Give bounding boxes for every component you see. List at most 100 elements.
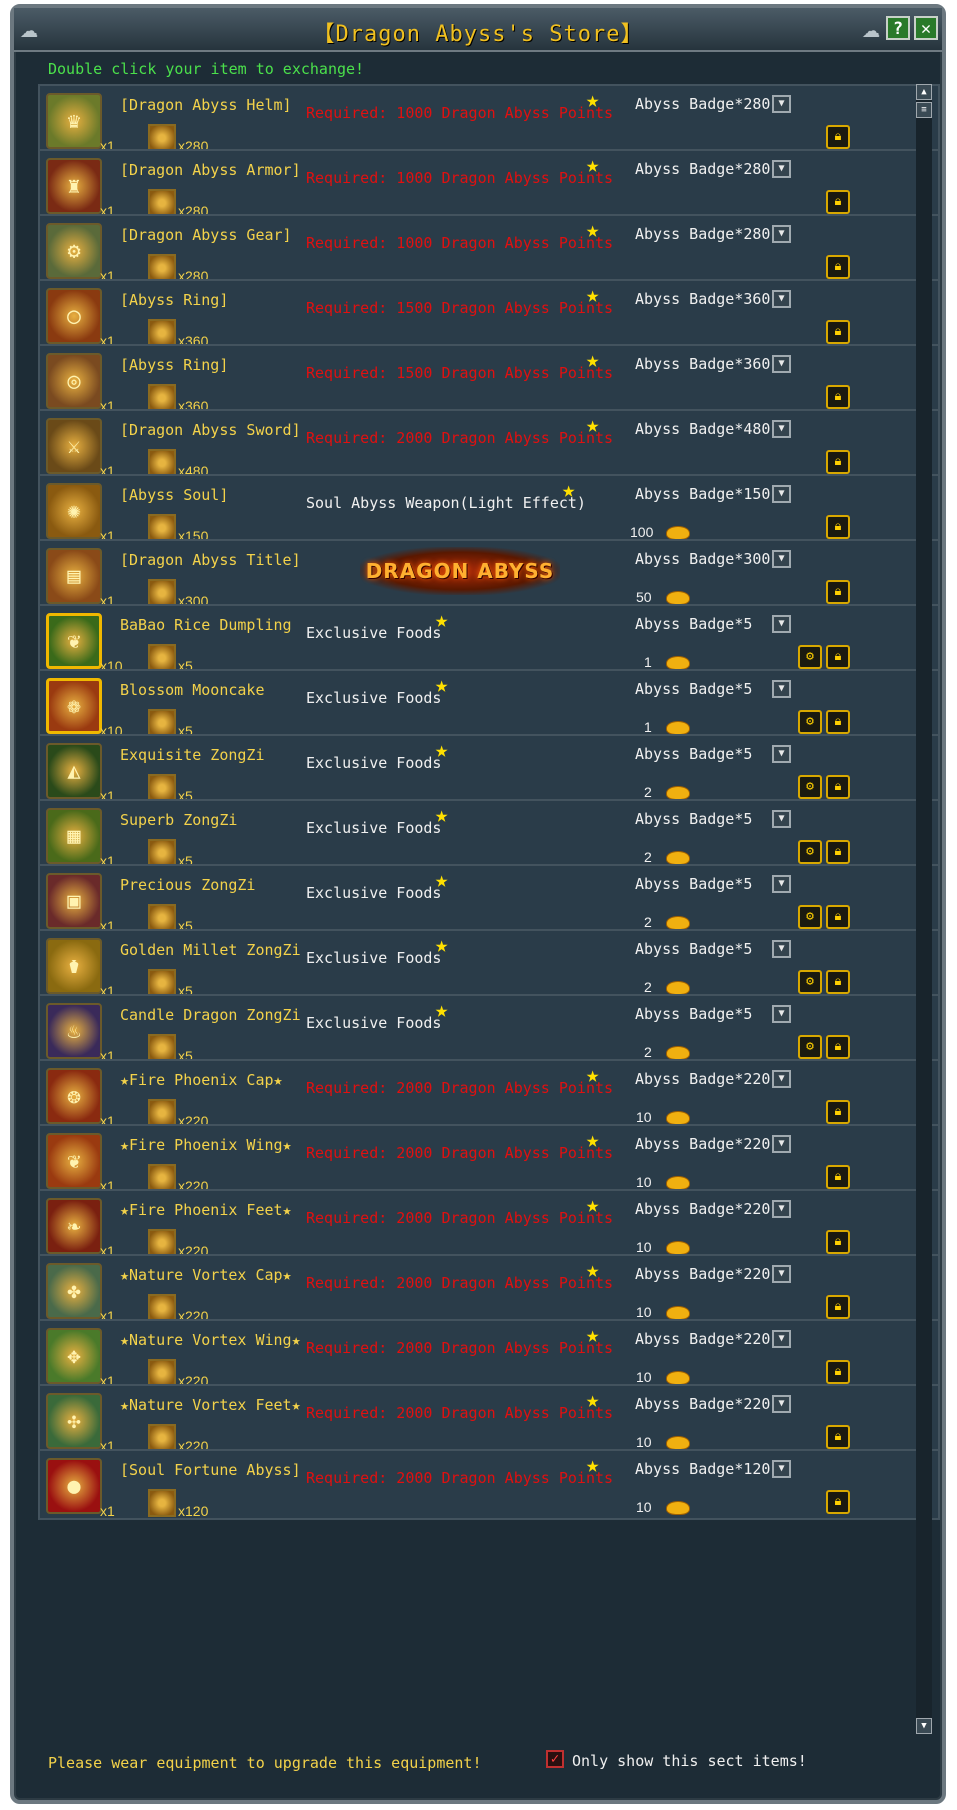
item-row[interactable]: ◯ x1 x360 [Abyss Ring] Required: 1500 Dragon…: [38, 279, 940, 350]
gear-icon[interactable]: ⚙: [46, 223, 102, 279]
sword-icon[interactable]: ⚔: [46, 418, 102, 474]
lock-icon[interactable]: 🔒︎: [826, 385, 850, 409]
lock-icon[interactable]: 🔒︎: [826, 1230, 850, 1254]
cost-dropdown-button[interactable]: ▼: [772, 1265, 791, 1283]
wrench-icon[interactable]: ⚙: [798, 710, 822, 734]
candle-icon[interactable]: ♨: [46, 1003, 102, 1059]
cost-dropdown-button[interactable]: ▼: [772, 160, 791, 178]
item-row[interactable]: ✤ x1 x220 ★Nature Vortex Cap★ Required: 2000…: [38, 1254, 940, 1325]
help-button[interactable]: ?: [886, 16, 910, 40]
abyss-badge-icon[interactable]: [148, 1034, 176, 1062]
cost-dropdown-button[interactable]: ▼: [772, 1070, 791, 1088]
abyss-badge-icon[interactable]: [148, 189, 176, 217]
soul-icon[interactable]: ✺: [46, 483, 102, 539]
lock-icon[interactable]: 🔒︎: [826, 1035, 850, 1059]
lock-icon[interactable]: 🔒︎: [826, 450, 850, 474]
item-row[interactable]: ▦ x1 x5 Superb ZongZi Exclusive Foods ★ Abyss …: [38, 799, 940, 870]
lock-icon[interactable]: 🔒︎: [826, 255, 850, 279]
abyss-badge-icon[interactable]: [148, 384, 176, 412]
abyss-badge-icon[interactable]: [148, 1489, 176, 1517]
cost-dropdown-button[interactable]: ▼: [772, 95, 791, 113]
abyss-badge-icon[interactable]: [148, 644, 176, 672]
lock-icon[interactable]: 🔒︎: [826, 190, 850, 214]
item-row[interactable]: ❁ x10 x5 Blossom Mooncake Exclusive Foods ★ Ab…: [38, 669, 940, 740]
cost-dropdown-button[interactable]: ▼: [772, 355, 791, 373]
cost-dropdown-button[interactable]: ▼: [772, 810, 791, 828]
cost-dropdown-button[interactable]: ▼: [772, 290, 791, 308]
lock-icon[interactable]: 🔒︎: [826, 970, 850, 994]
cost-dropdown-button[interactable]: ▼: [772, 745, 791, 763]
cost-dropdown-button[interactable]: ▼: [772, 680, 791, 698]
abyss-badge-icon[interactable]: [148, 709, 176, 737]
cost-dropdown-button[interactable]: ▼: [772, 485, 791, 503]
cost-dropdown-button[interactable]: ▼: [772, 1395, 791, 1413]
cost-dropdown-button[interactable]: ▼: [772, 550, 791, 568]
scroll-up-icon[interactable]: ▲: [916, 84, 932, 100]
sect-filter-checkbox[interactable]: ✓: [546, 1750, 564, 1768]
title-scroll-icon[interactable]: ▤: [46, 548, 102, 604]
armor-icon[interactable]: ♜: [46, 158, 102, 214]
vortex-feet-icon[interactable]: ✣: [46, 1393, 102, 1449]
abyss-badge-icon[interactable]: [148, 579, 176, 607]
abyss-badge-icon[interactable]: [148, 1424, 176, 1452]
lock-icon[interactable]: 🔒︎: [826, 1360, 850, 1384]
item-row[interactable]: ⚔ x1 x480 [Dragon Abyss Sword] Required: 200…: [38, 409, 940, 480]
scroll-thumb[interactable]: ≡: [916, 102, 932, 118]
abyss-badge-icon[interactable]: [148, 1359, 176, 1387]
lock-icon[interactable]: 🔒︎: [826, 645, 850, 669]
zongzi-icon[interactable]: ◭: [46, 743, 102, 799]
cost-dropdown-button[interactable]: ▼: [772, 1330, 791, 1348]
item-row[interactable]: ❂ x1 x220 ★Fire Phoenix Cap★ Required: 2000 …: [38, 1059, 940, 1130]
lock-icon[interactable]: 🔒︎: [826, 580, 850, 604]
item-row[interactable]: ✣ x1 x220 ★Nature Vortex Feet★ Required: 200…: [38, 1384, 940, 1455]
rice-dumpling-icon[interactable]: ❦: [46, 613, 102, 669]
abyss-badge-icon[interactable]: [148, 1229, 176, 1257]
abyss-badge-icon[interactable]: [148, 319, 176, 347]
lock-icon[interactable]: 🔒︎: [826, 710, 850, 734]
cost-dropdown-button[interactable]: ▼: [772, 420, 791, 438]
item-row[interactable]: ♜ x1 x280 [Dragon Abyss Armor] Required: 100…: [38, 149, 940, 220]
vortex-wing-icon[interactable]: ✥: [46, 1328, 102, 1384]
phoenix-cap-icon[interactable]: ❂: [46, 1068, 102, 1124]
vortex-cap-icon[interactable]: ✤: [46, 1263, 102, 1319]
item-row[interactable]: ⚙ x1 x280 [Dragon Abyss Gear] Required: 1000…: [38, 214, 940, 285]
cost-dropdown-button[interactable]: ▼: [772, 940, 791, 958]
abyss-badge-icon[interactable]: [148, 1164, 176, 1192]
title-bar[interactable]: ☁ 【Dragon Abyss's Store】 ☁ ? ✕: [14, 8, 942, 52]
lock-icon[interactable]: 🔒︎: [826, 1165, 850, 1189]
item-row[interactable]: ◎ x1 x360 [Abyss Ring] Required: 1500 Dragon…: [38, 344, 940, 415]
item-row[interactable]: ◭ x1 x5 Exquisite ZongZi Exclusive Foods ★ Aby…: [38, 734, 940, 805]
cost-dropdown-button[interactable]: ▼: [772, 1005, 791, 1023]
item-row[interactable]: ▣ x1 x5 Precious ZongZi Exclusive Foods ★ Abys…: [38, 864, 940, 935]
close-button[interactable]: ✕: [914, 16, 938, 40]
lock-icon[interactable]: 🔒︎: [826, 1425, 850, 1449]
lock-icon[interactable]: 🔒︎: [826, 1295, 850, 1319]
item-row[interactable]: ● x1 x120 [Soul Fortune Abyss] Required: 200…: [38, 1449, 940, 1520]
cost-dropdown-button[interactable]: ▼: [772, 1200, 791, 1218]
lock-icon[interactable]: 🔒︎: [826, 775, 850, 799]
item-row[interactable]: ⚱ x1 x5 Golden Millet ZongZi Exclusive Foods…: [38, 929, 940, 1000]
phoenix-wing-icon[interactable]: ❦: [46, 1133, 102, 1189]
phoenix-feet-icon[interactable]: ❧: [46, 1198, 102, 1254]
abyss-badge-icon[interactable]: [148, 839, 176, 867]
scrollbar[interactable]: ▲ ≡ ▼: [916, 84, 932, 1734]
jar-icon[interactable]: ⚱: [46, 938, 102, 994]
cost-dropdown-button[interactable]: ▼: [772, 225, 791, 243]
cost-dropdown-button[interactable]: ▼: [772, 875, 791, 893]
item-row[interactable]: ▤ x1 x300 [Dragon Abyss Title] DRAGON ABYSS A…: [38, 539, 940, 610]
abyss-badge-icon[interactable]: [148, 254, 176, 282]
cost-dropdown-button[interactable]: ▼: [772, 1135, 791, 1153]
item-row[interactable]: ❦ x1 x220 ★Fire Phoenix Wing★ Required: 2000…: [38, 1124, 940, 1195]
wrench-icon[interactable]: ⚙: [798, 905, 822, 929]
lock-icon[interactable]: 🔒︎: [826, 840, 850, 864]
abyss-badge-icon[interactable]: [148, 904, 176, 932]
lock-icon[interactable]: 🔒︎: [826, 905, 850, 929]
item-row[interactable]: ♛ x1 x280 [Dragon Abyss Helm] Required: 1000…: [38, 84, 940, 155]
abyss-badge-icon[interactable]: [148, 124, 176, 152]
wrench-icon[interactable]: ⚙: [798, 840, 822, 864]
mooncake-icon[interactable]: ❁: [46, 678, 102, 734]
item-row[interactable]: ✥ x1 x220 ★Nature Vortex Wing★ Required: 200…: [38, 1319, 940, 1390]
wrench-icon[interactable]: ⚙: [798, 1035, 822, 1059]
lock-icon[interactable]: 🔒︎: [826, 515, 850, 539]
ring-icon[interactable]: ◎: [46, 353, 102, 409]
